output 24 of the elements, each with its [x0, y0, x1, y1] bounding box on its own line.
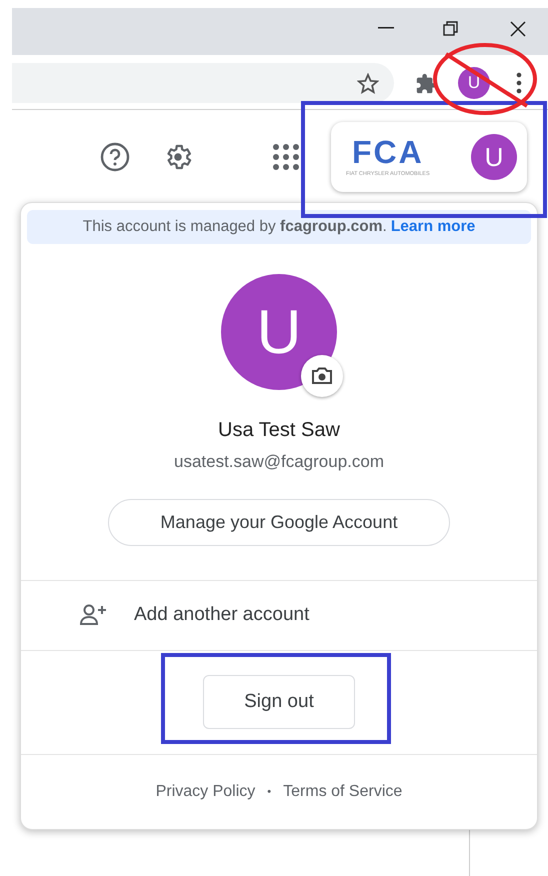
profile-avatar: U — [221, 274, 337, 390]
profile-avatar: U — [471, 134, 517, 180]
footer-link[interactable]: Privacy Policy — [156, 780, 256, 804]
separator-dot: • — [267, 784, 272, 800]
help-icon[interactable] — [100, 142, 130, 172]
manage-account-button[interactable]: Manage your Google Account — [108, 498, 450, 546]
account-name: Usa Test Saw — [217, 418, 341, 443]
add-account-item[interactable]: Add another account — [21, 580, 537, 650]
more-options-icon[interactable] — [516, 72, 522, 94]
sign-out-button[interactable]: Sign out — [203, 675, 355, 729]
camera-icon — [311, 367, 333, 385]
close-icon[interactable] — [510, 21, 526, 37]
learn-more-link[interactable]: Learn more — [390, 215, 476, 239]
apps-grid-icon[interactable] — [272, 143, 300, 171]
footer-link[interactable]: Terms of Service — [283, 780, 402, 804]
company-logo-text: FCA — [352, 136, 424, 168]
puzzle-icon[interactable] — [415, 73, 437, 95]
star-icon[interactable] — [357, 73, 379, 94]
managed-notice: This account is managed by fcagroup.com. — [82, 217, 387, 238]
add-person-icon — [79, 604, 109, 626]
minimize-icon[interactable] — [378, 27, 394, 29]
account-email: usatest.saw@fcagroup.com — [172, 451, 386, 473]
change-photo-button[interactable] — [301, 355, 343, 397]
restore-icon[interactable] — [443, 21, 459, 37]
